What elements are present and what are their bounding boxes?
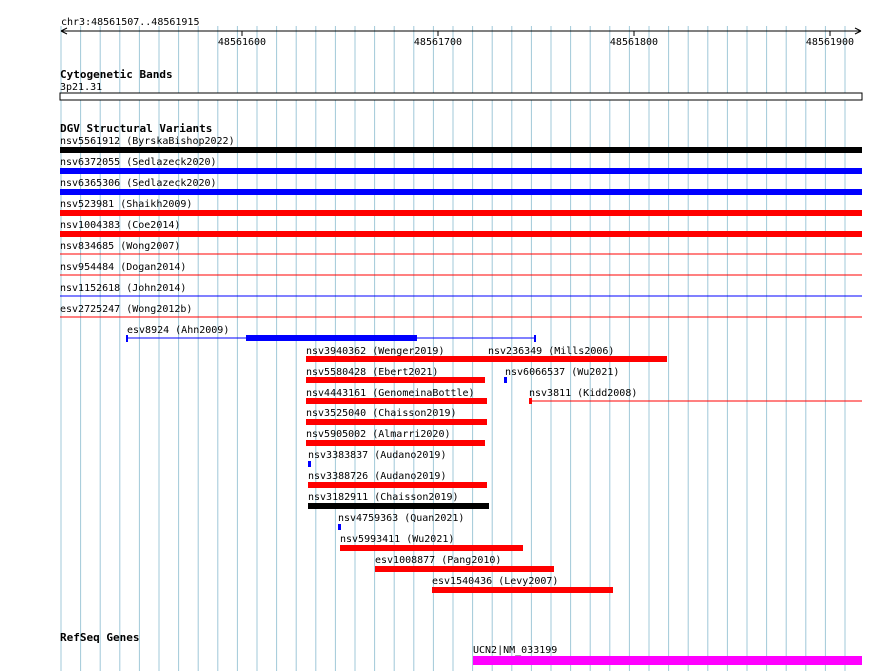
dgv-feature[interactable]: nsv4443161 (GenomeinaBottle) [306,388,487,404]
dgv-feature[interactable]: nsv834685 (Wong2007) [60,241,862,255]
dgv-feature-bar[interactable] [60,189,862,195]
dgv-feature[interactable]: nsv5580428 (Ebert2021) [306,367,485,383]
dgv-feature[interactable]: nsv1004383 (Coe2014) [60,220,862,237]
dgv-features[interactable]: nsv5561912 (ByrskaBishop2022) nsv6372055 … [60,136,862,593]
dgv-feature-bar[interactable] [375,566,554,572]
dgv-feature-bar[interactable] [340,545,523,551]
dgv-feature-bar[interactable] [60,168,862,174]
dgv-feature-bar[interactable] [306,419,487,425]
dgv-feature-bar[interactable] [60,231,862,237]
cytoband-track-title: Cytogenetic Bands [60,68,173,81]
ruler-tick-label: 48561800 [610,37,658,48]
dgv-feature-label: nsv523981 (Shaikh2009) [60,199,192,210]
dgv-feature-bar[interactable] [126,335,128,342]
ruler-tick-label: 48561600 [218,37,266,48]
dgv-track[interactable]: DGV Structural Variants nsv5561912 (Byrs… [60,122,862,593]
dgv-feature[interactable]: nsv3940362 (Wenger2019) [306,346,486,362]
dgv-feature-bar[interactable] [306,398,487,404]
dgv-feature-bar[interactable] [308,482,487,488]
dgv-feature[interactable]: nsv3383837 (Audano2019) [308,450,446,467]
dgv-feature-bar[interactable] [60,147,862,153]
dgv-track-title: DGV Structural Variants [60,122,212,135]
dgv-feature-label: nsv6372055 (Sedlazeck2020) [60,157,217,168]
dgv-feature-bar[interactable] [504,377,507,383]
dgv-feature-label: esv1540436 (Levy2007) [432,576,558,587]
ruler-tick-label: 48561900 [806,37,854,48]
dgv-feature-label: nsv6066537 (Wu2021) [505,367,619,378]
dgv-feature-bar[interactable] [432,587,613,593]
dgv-feature[interactable]: nsv6372055 (Sedlazeck2020) [60,157,862,174]
dgv-feature-bar[interactable] [306,356,486,362]
dgv-feature[interactable]: nsv523981 (Shaikh2009) [60,199,862,216]
dgv-feature-bar[interactable] [529,398,532,404]
dgv-feature[interactable]: nsv3811 (Kidd2008) [529,388,862,404]
dgv-feature-label: nsv1004383 (Coe2014) [60,220,180,231]
dgv-feature-bar[interactable] [306,377,485,383]
ruler-tick-label: 48561700 [414,37,462,48]
gene-bar[interactable] [473,656,862,665]
dgv-feature-label: nsv236349 (Mills2006) [488,346,614,357]
refseq-track-title: RefSeq Genes [60,631,139,644]
dgv-feature[interactable]: nsv5561912 (ByrskaBishop2022) [60,136,862,153]
dgv-feature[interactable]: nsv3388726 (Audano2019) [308,471,487,488]
dgv-feature[interactable]: esv1540436 (Levy2007) [432,576,613,593]
dgv-feature-label: nsv5561912 (ByrskaBishop2022) [60,136,235,147]
dgv-feature-bar[interactable] [308,461,311,467]
dgv-feature-label: nsv3182911 (Chaisson2019) [308,492,459,503]
dgv-feature[interactable]: nsv3182911 (Chaisson2019) [308,492,489,509]
dgv-feature-label: esv2725247 (Wong2012b) [60,304,192,315]
dgv-feature-bar[interactable] [246,335,417,341]
dgv-feature-label: nsv3525040 (Chaisson2019) [306,408,457,419]
dgv-feature-bar[interactable] [306,440,485,446]
locus-label: chr3:48561507..48561915 [61,17,199,28]
dgv-feature[interactable]: esv2725247 (Wong2012b) [60,304,862,318]
dgv-feature[interactable]: nsv6066537 (Wu2021) [504,367,619,383]
dgv-feature[interactable]: nsv954484 (Dogan2014) [60,262,862,276]
dgv-feature-label: nsv5580428 (Ebert2021) [306,367,438,378]
dgv-feature-label: nsv3940362 (Wenger2019) [306,346,444,357]
dgv-feature-bar[interactable] [534,335,536,342]
dgv-feature[interactable]: nsv236349 (Mills2006) [486,346,667,362]
dgv-feature-label: nsv834685 (Wong2007) [60,241,180,252]
cytoband-bar[interactable] [59,92,863,101]
dgv-feature-bar[interactable] [60,210,862,216]
dgv-feature[interactable]: nsv4759363 (Quan2021) [338,513,464,530]
dgv-feature-label: nsv954484 (Dogan2014) [60,262,186,273]
dgv-feature-label: nsv5905002 (Almarri2020) [306,429,451,440]
ruler: chr3:48561507..48561915 48561600 4856170… [60,17,862,48]
dgv-feature-bar[interactable] [338,524,341,530]
dgv-feature[interactable]: esv1008877 (Pang2010) [375,555,554,572]
dgv-feature-label: nsv3811 (Kidd2008) [529,388,637,399]
dgv-feature-label: esv1008877 (Pang2010) [375,555,501,566]
dgv-feature[interactable]: nsv5993411 (Wu2021) [340,534,523,551]
dgv-feature[interactable]: nsv6365306 (Sedlazeck2020) [60,178,862,195]
genome-browser-view: chr3:48561507..48561915 48561600 4856170… [59,17,863,671]
cytoband-label: 3p21.31 [60,82,102,93]
dgv-feature-label: nsv4443161 (GenomeinaBottle) [306,388,475,399]
dgv-feature-label: nsv3388726 (Audano2019) [308,471,446,482]
dgv-feature-label: nsv6365306 (Sedlazeck2020) [60,178,217,189]
gene-label[interactable]: UCN2|NM_033199 [473,645,557,656]
dgv-feature[interactable]: nsv5905002 (Almarri2020) [306,429,485,446]
dgv-feature-bar[interactable] [486,356,667,362]
dgv-feature-label: nsv3383837 (Audano2019) [308,450,446,461]
refseq-track[interactable]: RefSeq Genes UCN2|NM_033199 [60,631,862,665]
dgv-feature[interactable]: nsv3525040 (Chaisson2019) [306,408,487,425]
dgv-feature[interactable]: esv8924 (Ahn2009) [126,325,536,342]
dgv-feature-label: esv8924 (Ahn2009) [127,325,229,336]
cytoband-track[interactable]: Cytogenetic Bands 3p21.31 [59,68,863,101]
dgv-feature-label: nsv4759363 (Quan2021) [338,513,464,524]
dgv-feature-bar[interactable] [308,503,489,509]
dgv-feature[interactable]: nsv1152618 (John2014) [60,283,862,297]
dgv-feature-label: nsv1152618 (John2014) [60,283,186,294]
dgv-feature-label: nsv5993411 (Wu2021) [340,534,454,545]
